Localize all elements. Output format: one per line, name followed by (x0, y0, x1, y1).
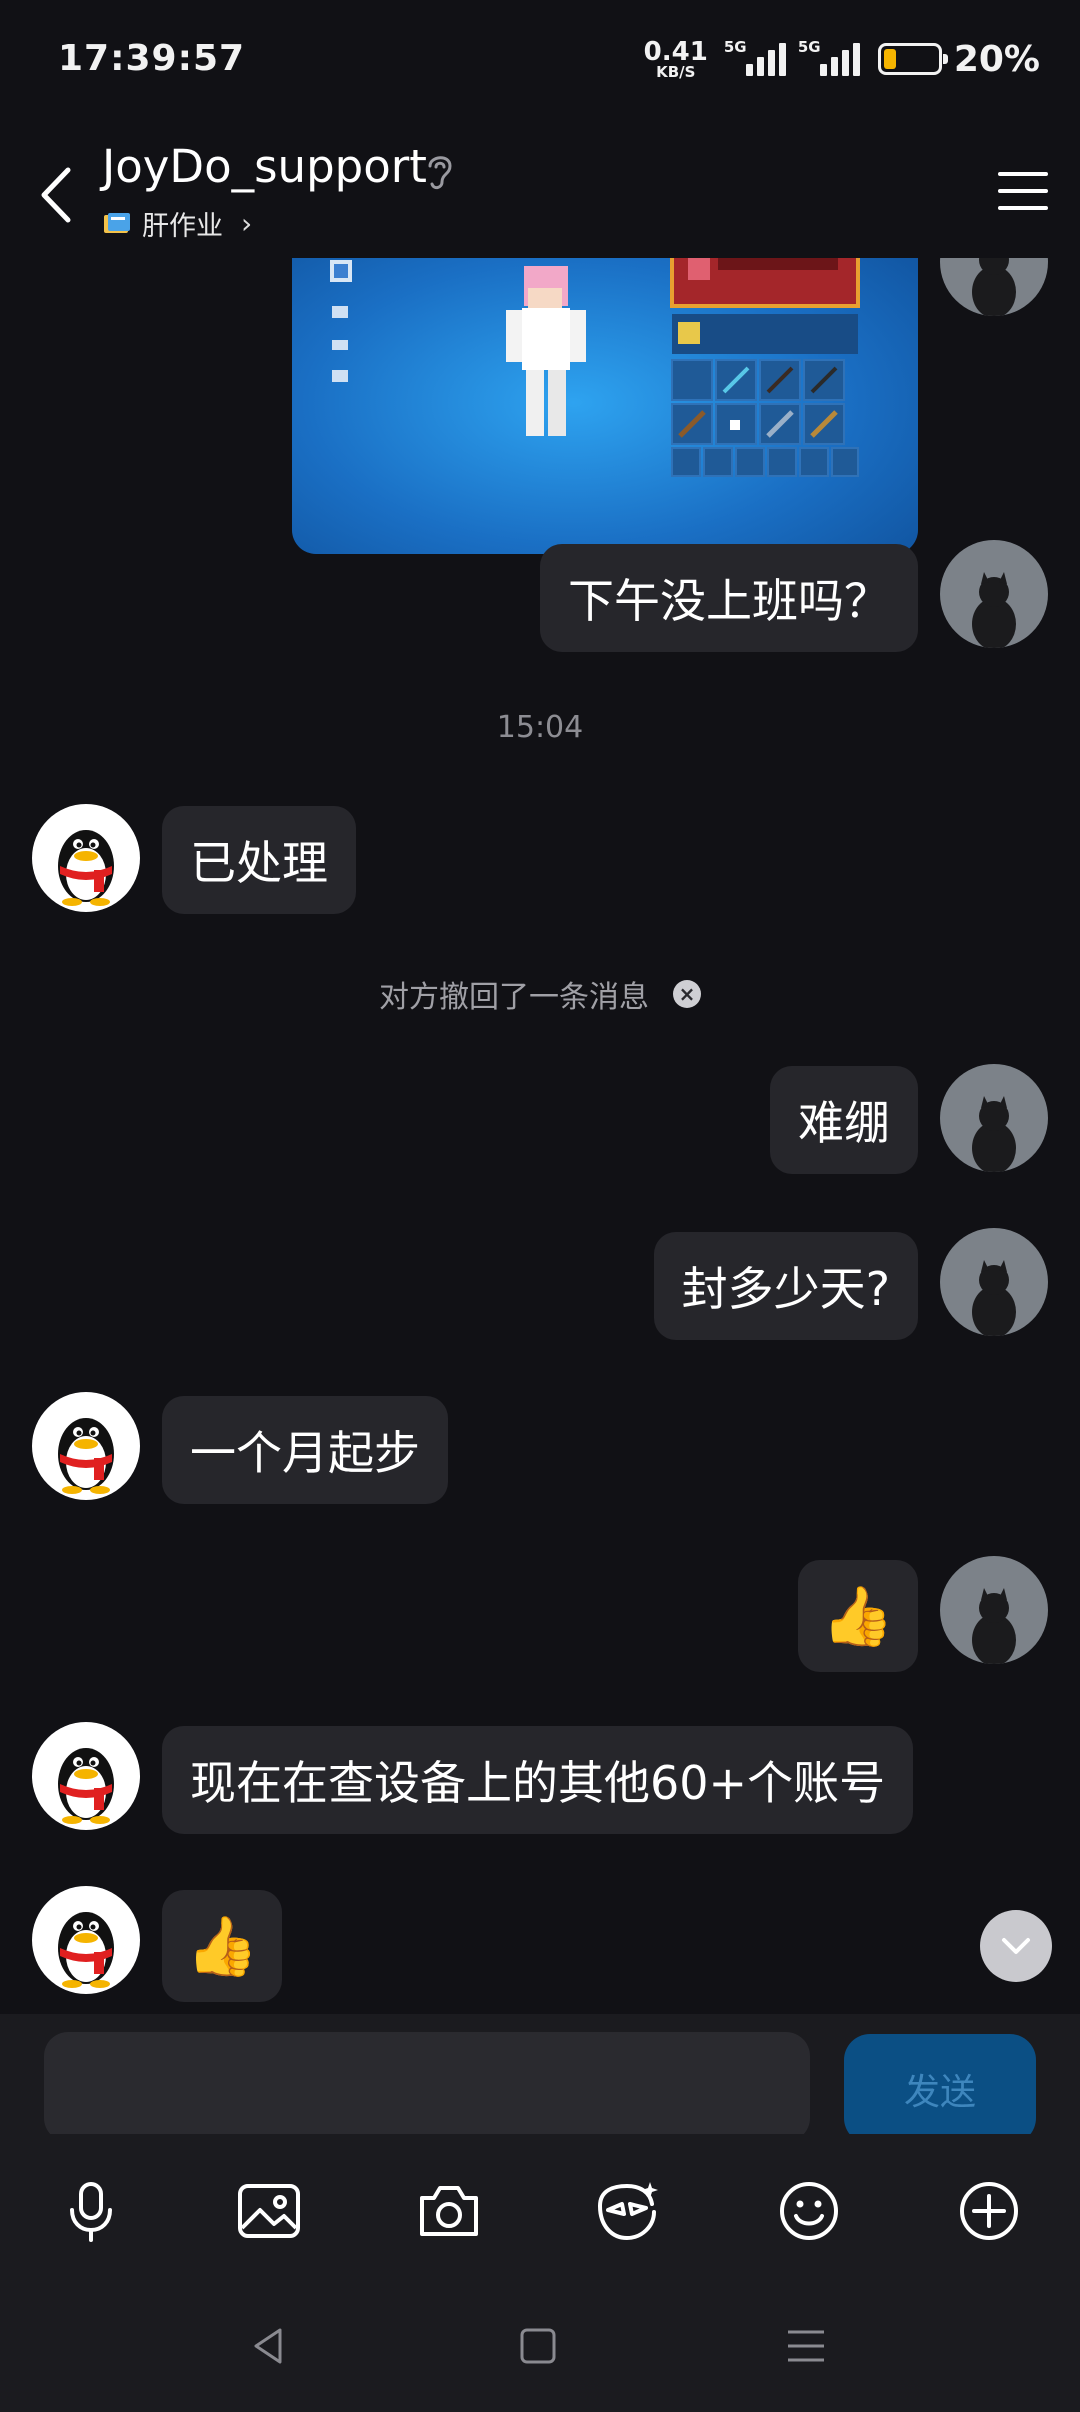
signal-icon: 5G (724, 38, 786, 76)
net-speed: 0.41 KB/S (644, 39, 708, 80)
battery-percent: 20% (953, 38, 1040, 80)
my-avatar[interactable] (940, 258, 1048, 316)
message-bubble[interactable]: 现在在查设备上的其他60+个账号 (162, 1726, 914, 1834)
ear-icon (428, 156, 452, 190)
net-speed-value: 0.41 (643, 36, 708, 67)
signal-1-label: 5G (723, 38, 747, 56)
chevron-down-icon (1002, 1938, 1030, 1954)
chat-subtitle-label: 肝作业 (142, 211, 223, 242)
contact-avatar[interactable] (32, 804, 140, 912)
system-nav-bar (0, 2284, 1080, 2412)
camera-icon[interactable] (414, 2176, 484, 2246)
send-button[interactable]: 发送 (844, 2034, 1036, 2144)
chevron-right-icon: › (241, 207, 253, 240)
close-icon[interactable]: × (673, 980, 701, 1008)
nav-home-icon[interactable] (516, 2324, 560, 2368)
input-bar: 发送 (0, 2014, 1080, 2144)
chat-toolbar (0, 2134, 1080, 2284)
time-divider: 15:04 (496, 710, 584, 745)
my-avatar[interactable] (940, 1064, 1048, 1172)
chat-title[interactable]: JoyDo_support (102, 140, 427, 193)
net-speed-unit: KB/S (656, 62, 696, 81)
scroll-down-button[interactable] (980, 1910, 1052, 1982)
recall-text: 对方撤回了一条消息 (379, 980, 649, 1015)
chat-subtitle[interactable]: 肝作业 › (102, 204, 252, 243)
message-input[interactable] (44, 2032, 810, 2142)
contact-avatar[interactable] (32, 1886, 140, 1994)
status-bar: 17:39:57 0.41 KB/S 5G 5G 20% (0, 0, 1080, 130)
signal-2-label: 5G (797, 38, 821, 56)
my-avatar[interactable] (940, 1556, 1048, 1664)
my-avatar[interactable] (940, 1228, 1048, 1336)
contact-avatar[interactable] (32, 1392, 140, 1500)
sticker-icon[interactable] (592, 2176, 662, 2246)
status-time: 17:39:57 (58, 38, 246, 79)
nav-back-icon[interactable] (248, 2324, 292, 2368)
message-bubble[interactable]: 难绷 (770, 1066, 918, 1174)
emoji-icon[interactable] (774, 2176, 844, 2246)
my-avatar[interactable] (940, 540, 1048, 648)
nav-recents-icon[interactable] (784, 2324, 828, 2368)
message-bubble[interactable]: 一个月起步 (162, 1396, 448, 1504)
message-bubble[interactable]: 封多少天? (653, 1232, 918, 1340)
book-icon (104, 212, 130, 233)
microphone-icon[interactable] (56, 2176, 126, 2246)
signal-icon: 5G (798, 38, 860, 76)
message-bubble[interactable]: 下午没上班吗？ (540, 544, 918, 652)
emoji-message[interactable]: 👍 (162, 1890, 283, 2002)
emoji-message[interactable]: 👍 (797, 1560, 918, 1672)
image-icon[interactable] (234, 2176, 304, 2246)
chat-messages[interactable]: 下午没上班吗？ 15:04 已处理 对方撤回了一条消息 × 难绷 封多少天? 一… (0, 258, 1080, 2018)
back-icon[interactable] (30, 160, 90, 230)
plus-icon[interactable] (954, 2176, 1024, 2246)
image-message[interactable] (292, 258, 918, 554)
chat-header: JoyDo_support 肝作业 › (0, 130, 1080, 258)
message-bubble[interactable]: 已处理 (162, 806, 356, 914)
battery-icon (877, 43, 948, 75)
game-screenshot-icon (330, 258, 860, 477)
contact-avatar[interactable] (32, 1722, 140, 1830)
menu-icon[interactable] (996, 164, 1050, 218)
recall-notice: 对方撤回了一条消息 × (0, 972, 1080, 1016)
status-icons: 0.41 KB/S 5G 5G 20% (644, 36, 1040, 82)
